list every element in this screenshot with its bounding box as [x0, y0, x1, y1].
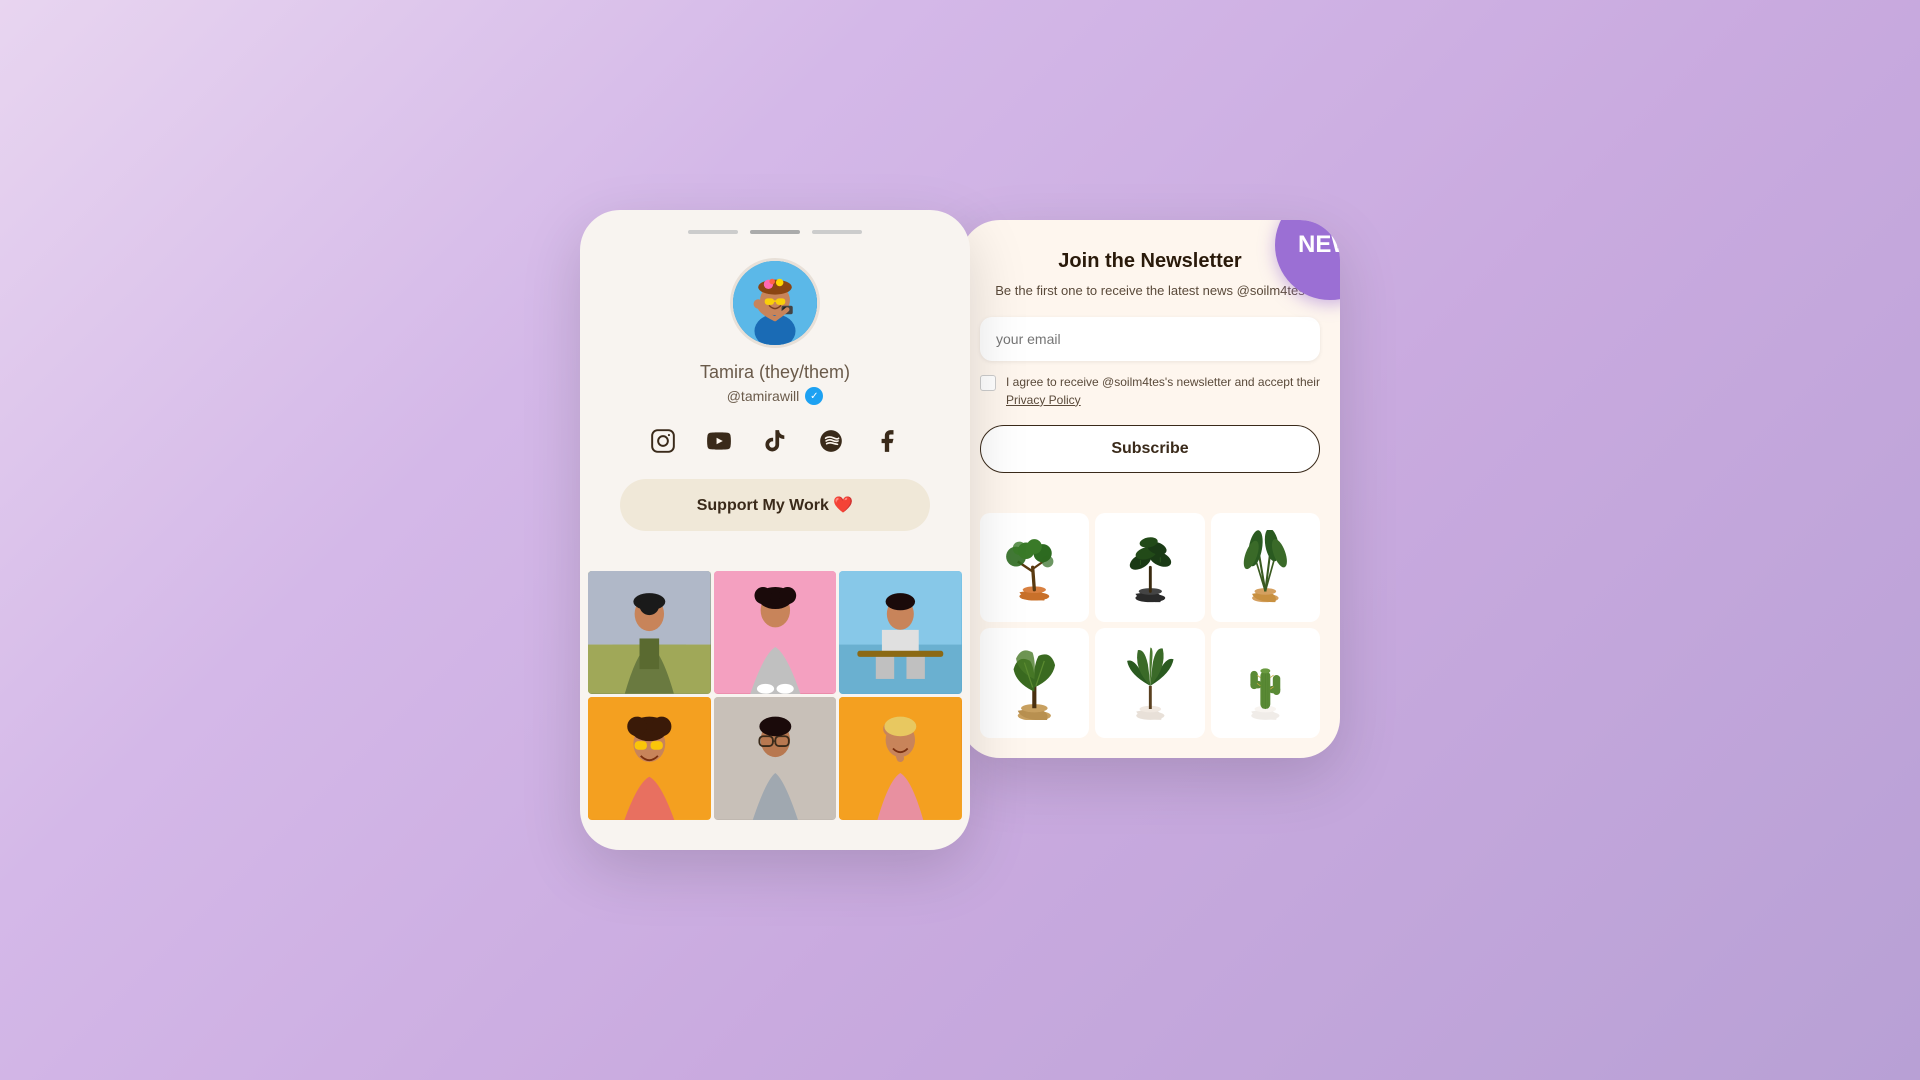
phone-notch [580, 230, 970, 234]
email-input[interactable] [980, 317, 1320, 361]
photo-cell-6[interactable] [839, 697, 962, 820]
photo-cell-1[interactable] [588, 571, 711, 694]
plant-cell-4[interactable] [980, 628, 1089, 737]
checkbox-row: I agree to receive @soilm4tes's newslett… [980, 373, 1320, 409]
photo-cell-5[interactable] [714, 697, 837, 820]
plant-cell-1[interactable] [980, 513, 1089, 622]
photo-cell-2[interactable] [714, 571, 837, 694]
right-phone: NEW! Join the Newsletter Be the first on… [960, 220, 1340, 757]
notch-bar-2 [750, 230, 800, 234]
profile-name: Tamira (they/them) [700, 362, 850, 383]
profile-handle: @tamirawill ✓ [727, 387, 824, 405]
plant-cell-3[interactable] [1211, 513, 1320, 622]
checkbox-label: I agree to receive @soilm4tes's newslett… [1006, 373, 1320, 409]
newsletter-description: Be the first one to receive the latest n… [980, 281, 1320, 301]
social-icons [645, 423, 905, 459]
spotify-icon[interactable] [813, 423, 849, 459]
newsletter-checkbox[interactable] [980, 375, 996, 391]
tiktok-icon[interactable] [757, 423, 793, 459]
support-button[interactable]: Support My Work ❤️ [620, 479, 930, 531]
youtube-icon[interactable] [701, 423, 737, 459]
verified-badge: ✓ [805, 387, 823, 405]
plants-grid [980, 513, 1320, 738]
photo-cell-4[interactable] [588, 697, 711, 820]
plant-cell-6[interactable] [1211, 628, 1320, 737]
facebook-icon[interactable] [869, 423, 905, 459]
photo-cell-3[interactable] [839, 571, 962, 694]
privacy-policy-link[interactable]: Privacy Policy [1006, 393, 1081, 407]
profile-section: Tamira (they/them) @tamirawill ✓ [580, 258, 970, 571]
notch-bar-3 [812, 230, 862, 234]
newsletter-section: Join the Newsletter Be the first one to … [980, 240, 1320, 513]
avatar [730, 258, 820, 348]
photos-grid [580, 571, 970, 819]
subscribe-button[interactable]: Subscribe [980, 425, 1320, 473]
left-phone: Tamira (they/them) @tamirawill ✓ [580, 210, 970, 849]
notch-bar-1 [688, 230, 738, 234]
plant-cell-5[interactable] [1095, 628, 1204, 737]
plant-cell-2[interactable] [1095, 513, 1204, 622]
instagram-icon[interactable] [645, 423, 681, 459]
newsletter-title: Join the Newsletter [980, 250, 1320, 273]
